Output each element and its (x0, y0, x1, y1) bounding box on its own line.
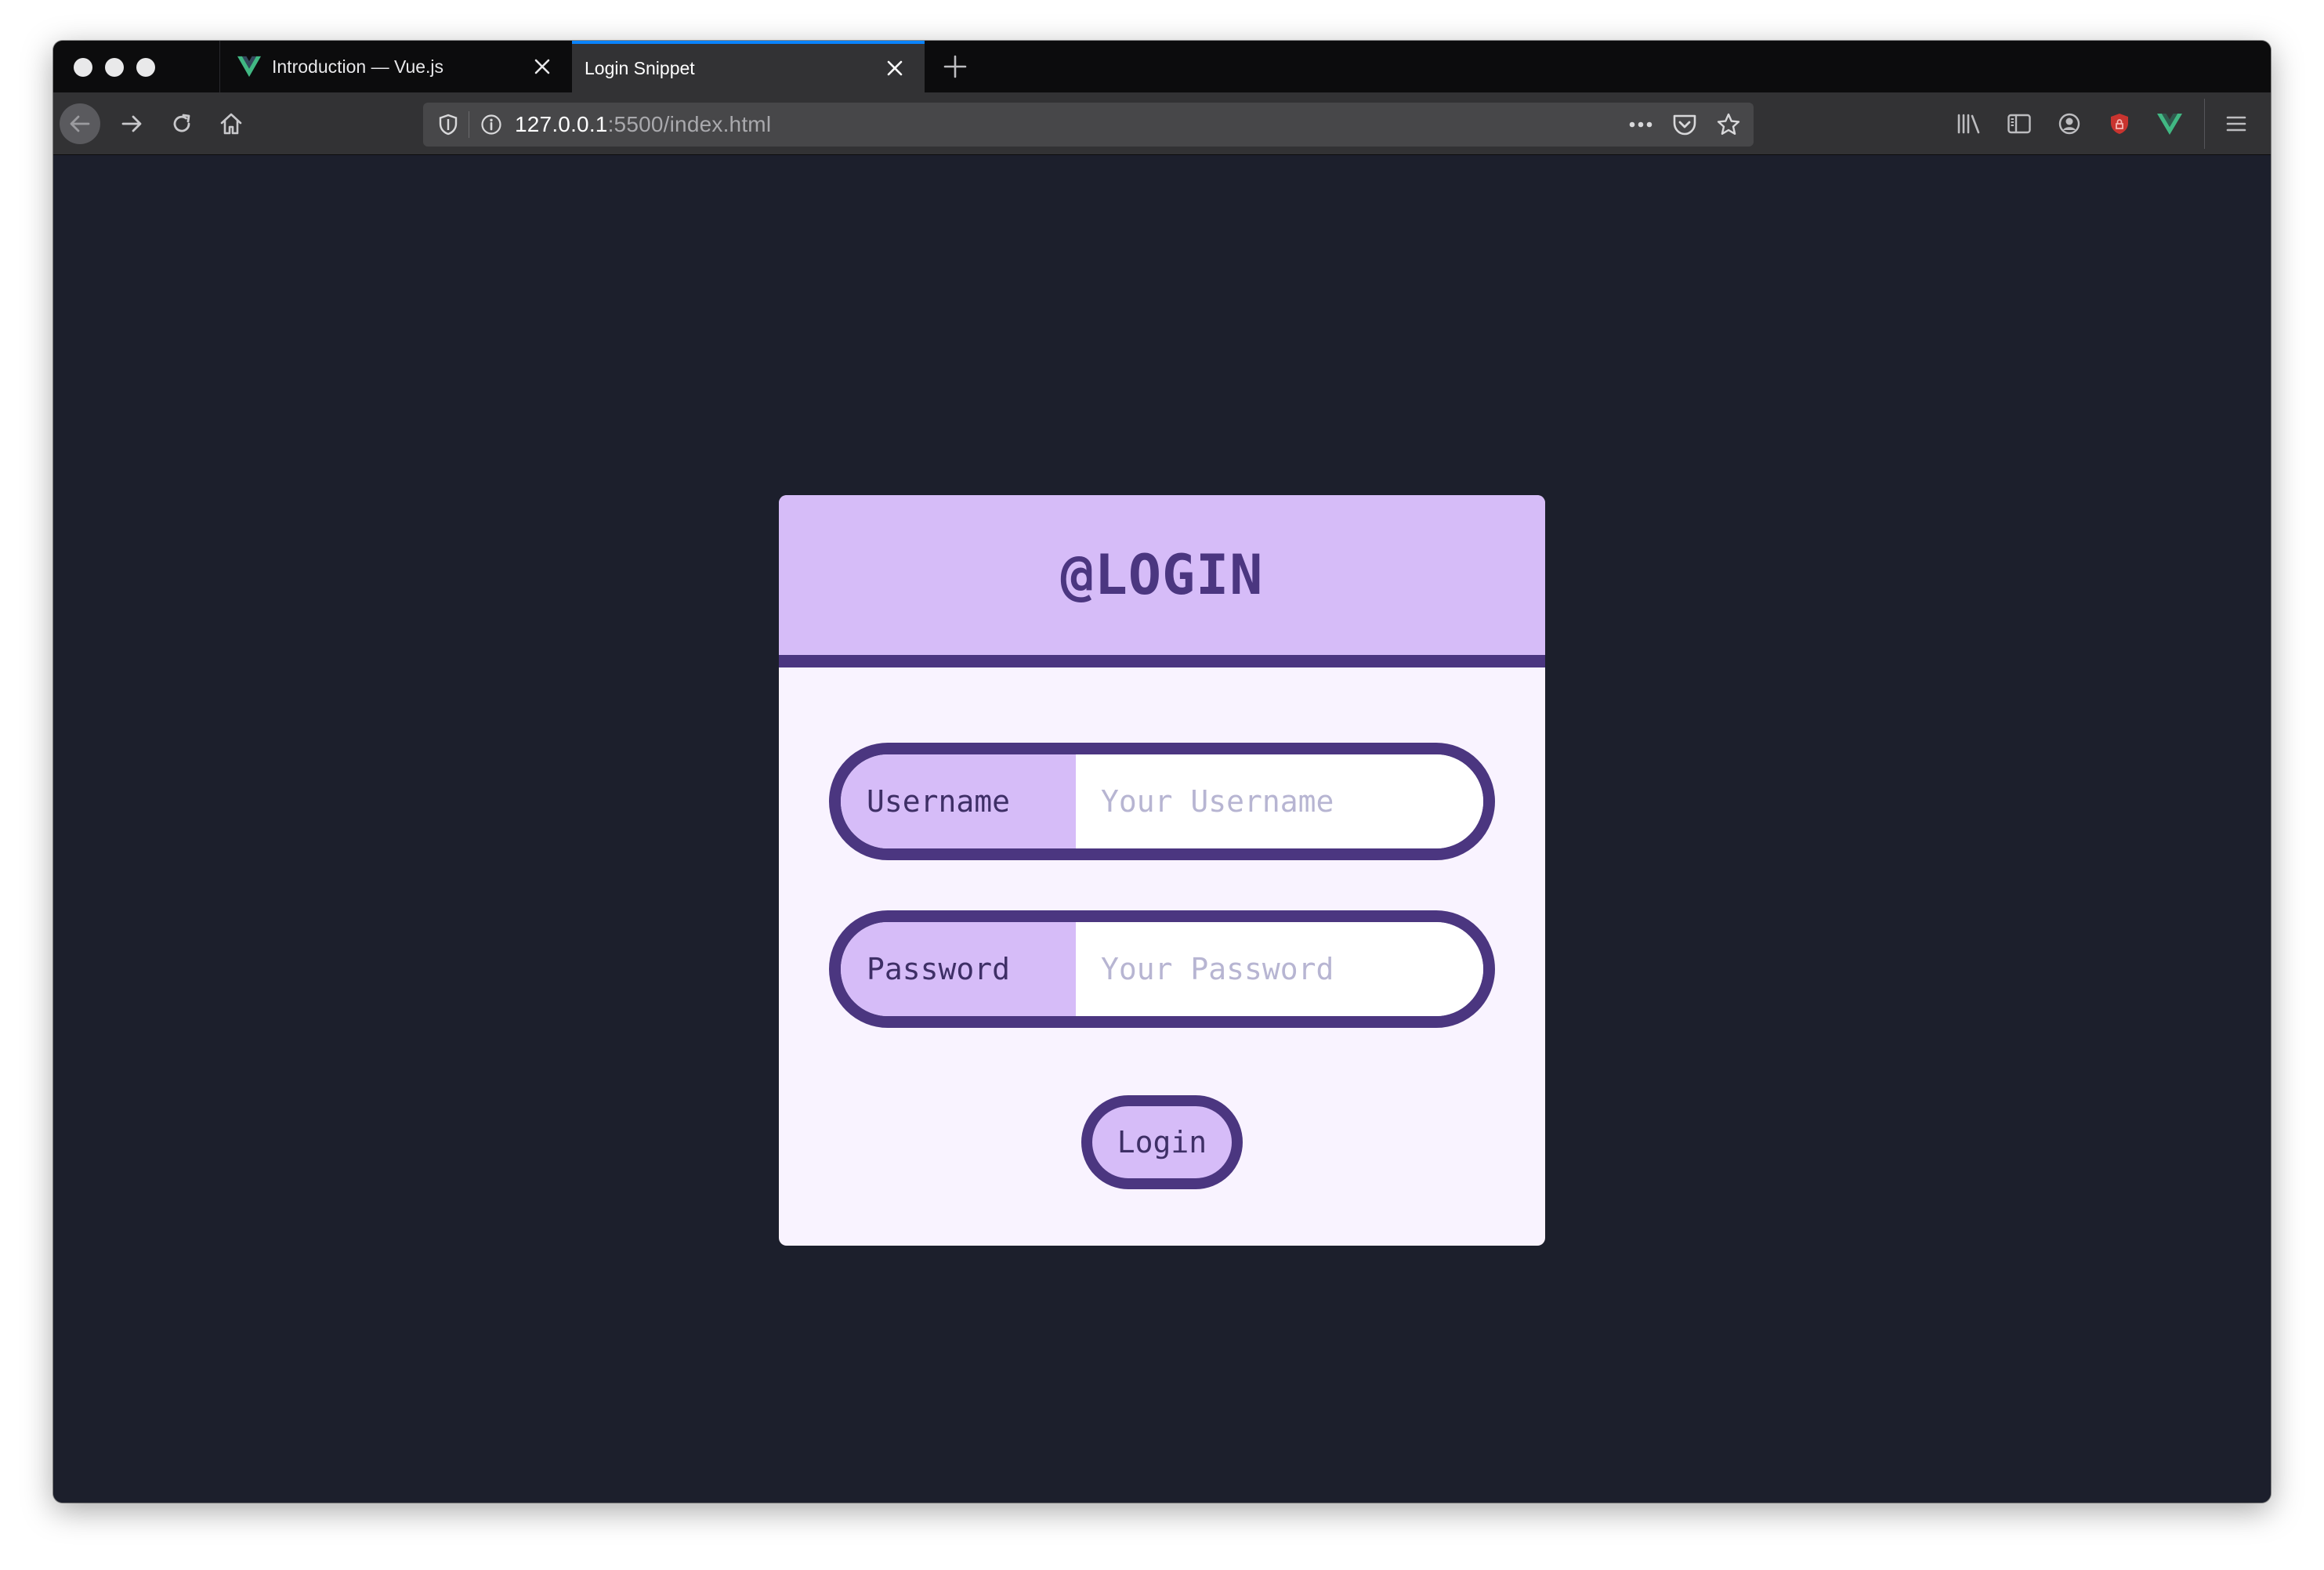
forward-arrow-icon[interactable] (111, 103, 152, 144)
password-label: Password (841, 922, 1076, 1016)
more-actions-icon[interactable] (1627, 110, 1655, 139)
navigation-toolbar: 127.0.0.1:5500/index.html (53, 92, 2271, 155)
new-tab-icon[interactable] (939, 50, 972, 83)
tracking-protection-shield-icon[interactable] (434, 110, 462, 139)
address-bar[interactable]: 127.0.0.1:5500/index.html (423, 103, 1754, 147)
close-window-button[interactable] (74, 58, 92, 77)
tab-label: Login Snippet (585, 57, 695, 78)
username-field: Username (829, 743, 1495, 860)
login-header: @LOGIN (779, 495, 1545, 667)
library-icon[interactable] (1953, 108, 1985, 139)
username-input[interactable] (1076, 754, 1483, 848)
login-title: @LOGIN (1060, 543, 1264, 607)
reload-icon[interactable] (161, 103, 202, 144)
back-arrow-icon[interactable] (60, 103, 100, 144)
toolbar-right (1953, 92, 2271, 155)
home-icon[interactable] (211, 103, 252, 144)
url-host: 127.0.0.1 (515, 112, 608, 136)
tab-strip: Introduction — Vue.js Login Snippet (53, 41, 2271, 92)
login-card: @LOGIN Username Password Login (779, 495, 1545, 1246)
login-button[interactable]: Login (1081, 1095, 1243, 1189)
toolbar-separator (2204, 99, 2205, 149)
account-icon[interactable] (2054, 108, 2085, 139)
tab-login-snippet[interactable]: Login Snippet (572, 41, 925, 92)
pocket-icon[interactable] (1671, 110, 1699, 139)
username-label: Username (841, 754, 1076, 848)
extension-shield-icon[interactable] (2104, 108, 2135, 139)
bookmark-star-icon[interactable] (1714, 110, 1743, 139)
vue-logo-icon (237, 56, 261, 78)
maximize-window-button[interactable] (136, 58, 155, 77)
hamburger-menu-icon[interactable] (2221, 108, 2252, 139)
password-field: Password (829, 910, 1495, 1028)
browser-window: Introduction — Vue.js Login Snippet 127.… (53, 41, 2271, 1503)
close-tab-icon[interactable] (530, 54, 555, 79)
site-info-icon[interactable] (477, 110, 505, 139)
tab-vuejs[interactable]: Introduction — Vue.js (219, 41, 572, 92)
minimize-window-button[interactable] (105, 58, 124, 77)
tab-label: Introduction — Vue.js (272, 56, 444, 77)
sidebar-toggle-icon[interactable] (2004, 108, 2035, 139)
vue-devtools-icon[interactable] (2154, 108, 2185, 139)
url-path: :5500/index.html (607, 112, 772, 136)
close-tab-icon[interactable] (882, 56, 907, 81)
url-text[interactable]: 127.0.0.1:5500/index.html (515, 112, 771, 137)
window-controls (74, 58, 155, 77)
password-input[interactable] (1076, 922, 1483, 1016)
page-actions (1627, 103, 1743, 147)
page-viewport: @LOGIN Username Password Login (53, 155, 2271, 1503)
